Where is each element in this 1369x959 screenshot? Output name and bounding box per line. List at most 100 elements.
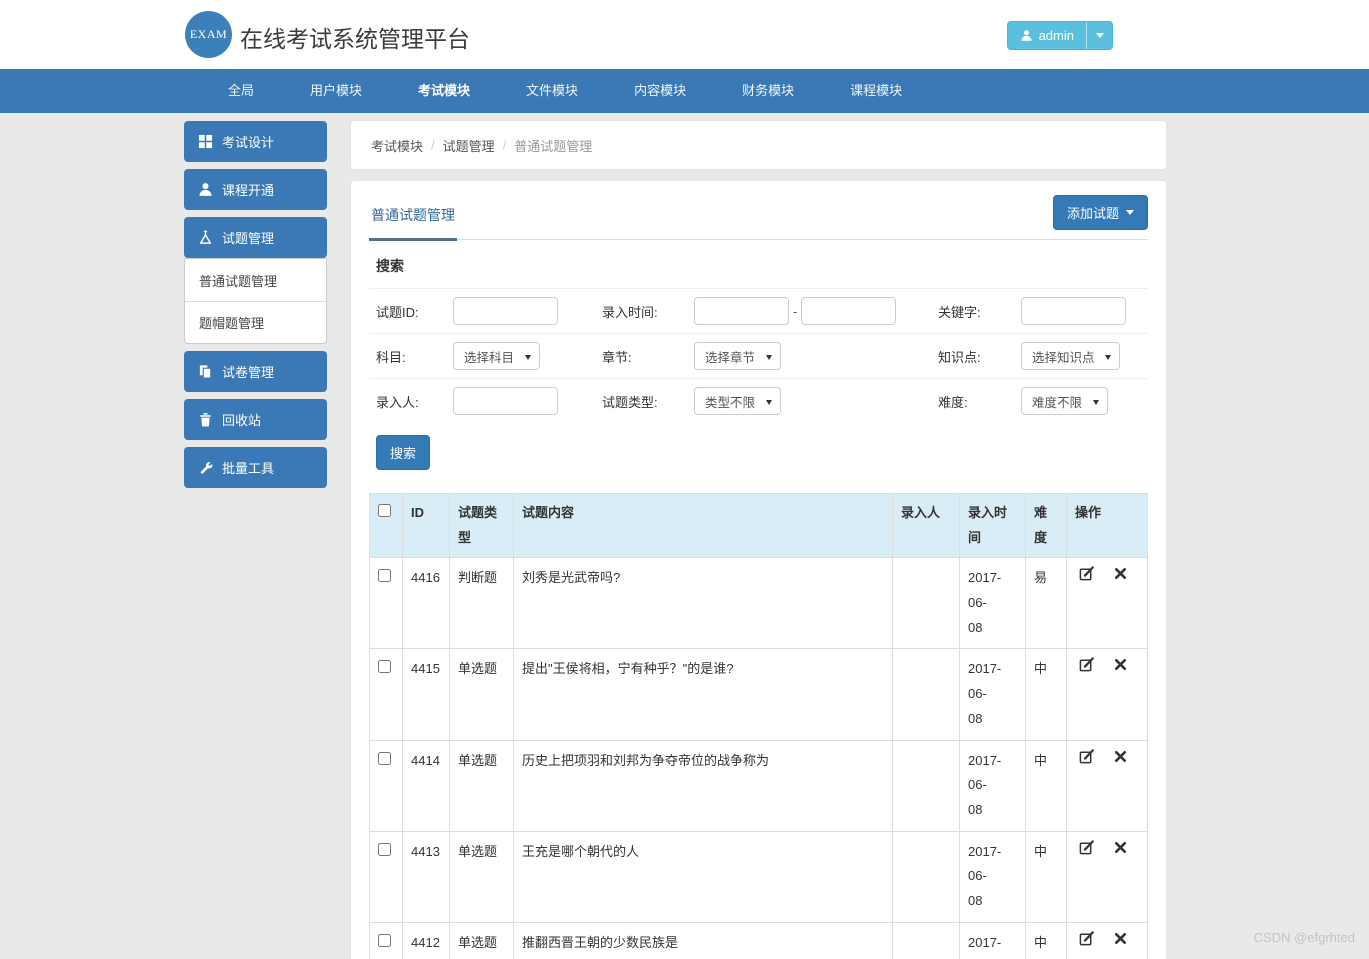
- question-type-select[interactable]: 类型不限: [694, 387, 781, 415]
- nav-item[interactable]: 用户模块: [282, 69, 390, 113]
- cell-entry-date: 2017-06-08: [959, 557, 1026, 650]
- edit-button[interactable]: [1079, 657, 1094, 672]
- admin-dropdown-toggle[interactable]: [1086, 22, 1112, 49]
- cell-actions: [1066, 739, 1148, 832]
- caret-down-icon: [1093, 400, 1099, 405]
- delete-icon: [1114, 932, 1127, 944]
- flask-icon: [198, 230, 213, 245]
- nav-item[interactable]: 课程模块: [822, 69, 930, 113]
- caret-down-icon: [1095, 33, 1104, 38]
- edit-button[interactable]: [1079, 748, 1094, 764]
- sidebar-item[interactable]: 课程开通: [184, 169, 327, 210]
- cell-difficulty: 易: [1025, 557, 1067, 650]
- table-head: ID 试题类型 试题内容 录入人 录入时间 难度 操作: [369, 492, 1148, 559]
- cell-id: 4412: [402, 921, 450, 959]
- nav-item[interactable]: 全局: [200, 69, 282, 113]
- subject-select[interactable]: 选择科目: [453, 342, 540, 370]
- nav-item[interactable]: 文件模块: [498, 69, 606, 113]
- delete-button[interactable]: [1113, 840, 1128, 855]
- question-id-label: 试题ID:: [376, 304, 419, 320]
- delete-icon: [1114, 841, 1127, 853]
- top-header: EXAM 在线考试系统管理平台 admin: [0, 0, 1369, 69]
- edit-icon: [1079, 931, 1094, 945]
- nav-item[interactable]: 内容模块: [606, 69, 714, 113]
- sidebar-item-label: 批量工具: [222, 461, 275, 476]
- panel-header: 普通试题管理 添加试题: [369, 195, 1148, 241]
- admin-username: admin: [1038, 28, 1074, 43]
- cell-difficulty: 中: [1025, 739, 1067, 832]
- knowledge-point-select[interactable]: 选择知识点: [1021, 342, 1120, 370]
- question-id-input[interactable]: [453, 297, 558, 325]
- sidebar-item[interactable]: 考试设计: [184, 121, 327, 162]
- breadcrumb: 考试模块 / 试题管理 / 普通试题管理: [350, 120, 1167, 170]
- table-row: 4416 判断题 刘秀是光武帝吗? 2017-06- 08 易: [369, 557, 1148, 650]
- row-checkbox[interactable]: [378, 569, 391, 583]
- sidebar-item[interactable]: 试卷管理: [184, 351, 327, 392]
- difficulty-select-value: 难度不限: [1032, 395, 1083, 410]
- row-checkbox[interactable]: [378, 842, 391, 856]
- difficulty-select[interactable]: 难度不限: [1021, 387, 1108, 415]
- question-panel: 普通试题管理 添加试题 搜索 试题ID: 录入时间: - 关键字: 科目: 选择科目 章节:…: [350, 180, 1167, 959]
- cell-question-type: 判断题: [449, 557, 514, 650]
- cell-entry-date: 2017-06-08: [959, 921, 1026, 959]
- recorder-label: 录入人:: [376, 394, 419, 410]
- date-range-separator: -: [793, 303, 798, 319]
- breadcrumb-item[interactable]: 试题管理: [443, 136, 495, 155]
- cell-recorder: [892, 739, 960, 832]
- cell-recorder: [892, 648, 960, 741]
- edit-icon: [1079, 657, 1094, 672]
- cell-entry-date: 2017-06-08: [959, 739, 1026, 832]
- table-row: 4415 单选题 提出"王侯将相，宁有种乎？"的是谁? 2017-06- 08 中: [369, 648, 1148, 741]
- admin-menu-button[interactable]: admin: [1006, 21, 1113, 50]
- tab-normal-question-management[interactable]: 普通试题管理: [369, 195, 457, 241]
- delete-icon: [1114, 568, 1127, 580]
- cell-question-content: 刘秀是光武帝吗?: [513, 557, 893, 650]
- edit-button[interactable]: [1079, 566, 1094, 581]
- keyword-input[interactable]: [1021, 297, 1126, 325]
- navbar-menu: 全局 用户模块 考试模块 文件模块 内容模块 财务模块 课程模块: [0, 69, 1369, 113]
- delete-button[interactable]: [1113, 657, 1128, 672]
- sidebar-subitem[interactable]: 题帽题管理: [185, 301, 326, 343]
- cell-entry-date: 2017-06-08: [959, 648, 1026, 741]
- table-body: 4416 判断题 刘秀是光武帝吗? 2017-06- 08 易 4415 单选题 提出"王侯将相…: [369, 557, 1148, 959]
- cell-id: 4413: [402, 830, 450, 923]
- breadcrumb-item: 普通试题管理: [514, 138, 593, 154]
- sidebar-item-label: 课程开通: [222, 183, 275, 198]
- breadcrumb-item[interactable]: 考试模块: [371, 136, 423, 155]
- delete-button[interactable]: [1113, 749, 1128, 764]
- cell-actions: [1066, 830, 1148, 923]
- subject-select-value: 选择科目: [464, 350, 515, 365]
- select-all-checkbox[interactable]: [378, 504, 391, 517]
- sidebar-item-label: 回收站: [222, 413, 262, 428]
- row-checkbox[interactable]: [378, 933, 391, 947]
- search-button[interactable]: 搜索: [376, 435, 431, 470]
- table-header-row: ID 试题类型 试题内容 录入人 录入时间 难度 操作: [369, 492, 1148, 559]
- nav-item[interactable]: 财务模块: [714, 69, 822, 113]
- sidebar-item[interactable]: 回收站: [184, 399, 327, 440]
- chapter-select[interactable]: 选择章节: [694, 342, 781, 370]
- caret-down-icon: [766, 400, 772, 405]
- add-question-button[interactable]: 添加试题: [1052, 195, 1148, 230]
- entry-time-end-input[interactable]: [801, 297, 897, 325]
- delete-button[interactable]: [1113, 931, 1128, 946]
- nav-item[interactable]: 考试模块: [390, 69, 498, 113]
- sidebar-subitem[interactable]: 普通试题管理: [185, 259, 326, 301]
- edit-button[interactable]: [1079, 839, 1094, 855]
- question-table: ID 试题类型 试题内容 录入人 录入时间 难度 操作 4416 判断题 刘秀是光武帝吗? 201…: [369, 492, 1148, 959]
- cell-recorder: [892, 557, 960, 650]
- cell-question-type: 单选题: [449, 921, 514, 959]
- sidebar-item[interactable]: 试题管理: [184, 217, 327, 258]
- entry-time-start-input[interactable]: [694, 297, 789, 325]
- app-logo-text: EXAM: [189, 27, 228, 41]
- sidebar-item[interactable]: 批量工具: [184, 447, 327, 488]
- edit-button[interactable]: [1079, 931, 1094, 946]
- recorder-input[interactable]: [453, 387, 558, 415]
- delete-button[interactable]: [1113, 566, 1128, 581]
- row-checkbox[interactable]: [378, 751, 391, 765]
- breadcrumb-separator: /: [502, 137, 507, 153]
- sidebar-item-label: 考试设计: [222, 135, 275, 150]
- knowledge-point-select-value: 选择知识点: [1032, 350, 1095, 365]
- row-checkbox[interactable]: [378, 660, 391, 674]
- table-row: 4413 单选题 王充是哪个朝代的人 2017-06- 08 中: [369, 830, 1148, 923]
- cell-difficulty: 中: [1025, 921, 1067, 959]
